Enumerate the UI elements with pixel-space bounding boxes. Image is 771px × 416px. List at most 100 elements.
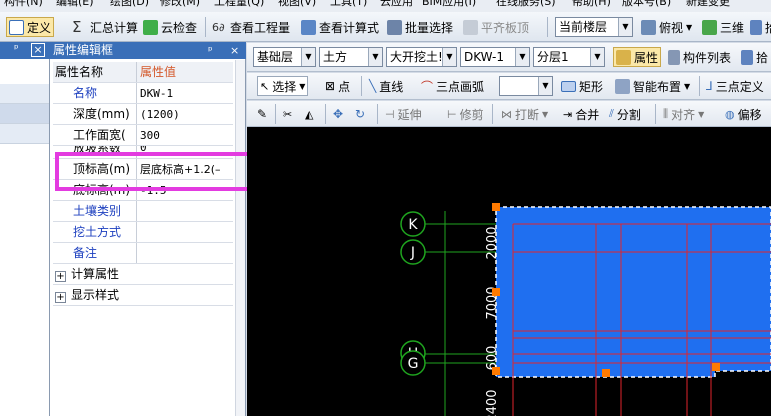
pin-icon[interactable]: ᵖ <box>14 42 19 55</box>
property-row-soil-type[interactable]: 土壤类别 <box>53 201 233 222</box>
merge-icon: ⇥ <box>563 107 573 121</box>
menu-item-modify[interactable]: 修改(M) <box>160 0 200 9</box>
menu-item-new-change[interactable]: 新建变更 <box>686 0 730 9</box>
axis-bubble-g[interactable]: G <box>400 350 426 376</box>
brush-icon: ✎ <box>257 107 268 121</box>
current-floor-dropdown[interactable]: 当前楼层 ▼ <box>555 17 633 37</box>
view-quantity-button[interactable]: 6∂ 查看工程量 <box>210 17 292 37</box>
menu-item-component[interactable]: 构件(N) <box>4 0 43 9</box>
align-button[interactable]: ⫼ 对齐 ▼ <box>661 104 706 124</box>
merge-button[interactable]: ⇥ 合并 <box>561 104 601 124</box>
move-button[interactable]: ✥ <box>331 104 345 124</box>
floor-dropdown[interactable]: 基础层 ▼ <box>253 47 316 67</box>
expand-plus-icon[interactable]: + <box>55 271 66 282</box>
drawing-canvas[interactable]: K J H G 2000 7000 600 2400 <box>247 127 771 416</box>
extend-button[interactable]: ⊣ 延伸 <box>383 104 424 124</box>
axis-bubble-k[interactable]: K <box>400 211 426 237</box>
menu-item-cloud[interactable]: 云应用 <box>380 0 413 9</box>
select-button[interactable]: ↖ 选择 ▼ <box>257 76 309 96</box>
property-value-field[interactable] <box>137 201 233 221</box>
rotate-button[interactable]: ↻ <box>353 104 367 124</box>
scissors-icon: ✂ <box>283 107 293 121</box>
cloud-check-button[interactable]: 云检查 <box>141 17 199 37</box>
break-icon: ⋈ <box>501 107 512 121</box>
menu-item-help[interactable]: 帮助(H) <box>572 0 611 9</box>
component-list-button[interactable]: 构件列表 <box>666 47 733 67</box>
three-d-button[interactable]: 三维 <box>700 17 746 37</box>
pin-icon[interactable]: ᵖ <box>208 42 213 59</box>
property-scrollbar[interactable] <box>235 60 245 416</box>
break-button[interactable]: ⋈ 打断 ▼ <box>499 104 550 124</box>
define-icon <box>9 19 24 35</box>
left-panel-row[interactable] <box>0 84 49 104</box>
close-icon[interactable]: × <box>230 42 239 59</box>
property-value-field[interactable]: 300 <box>137 125 233 145</box>
batch-select-button[interactable]: 批量选择 <box>385 17 455 37</box>
menu-item-bim[interactable]: BIM应用(I) <box>422 0 476 9</box>
mirror-button[interactable]: ◭ <box>303 104 315 124</box>
property-row-dig-method[interactable]: 挖土方式 <box>53 222 233 243</box>
property-value-field[interactable] <box>137 243 233 263</box>
menu-item-version[interactable]: 版本号(B) <box>622 0 671 9</box>
property-icon <box>616 49 631 65</box>
subtype-dropdown[interactable]: 大开挖土! ▼ <box>386 47 457 67</box>
grip-handle[interactable] <box>492 288 500 296</box>
flush-slab-button[interactable]: 平齐板顶 <box>461 17 531 37</box>
define-button[interactable]: 定义 <box>6 17 55 37</box>
type-dropdown[interactable]: 土方 ▼ <box>319 47 383 67</box>
layer-dropdown[interactable]: 分层1 ▼ <box>533 47 605 67</box>
property-group-display[interactable]: + 显示样式 <box>53 285 233 306</box>
three-point-arc-button[interactable]: ⌒ 三点画弧 <box>419 76 486 96</box>
property-value-field[interactable]: DKW-1 <box>137 83 233 103</box>
formula-icon <box>301 19 316 35</box>
edit-toolbar: ✎ ✂ ◭ ✥ ↻ ⊣ 延伸 ⊢ 修剪 ⋈ 打断 ▼ ⇥ 合并 ⫽ 分割 ⫼ 对… <box>247 101 771 127</box>
close-icon[interactable]: × <box>31 43 45 57</box>
split-button[interactable]: ⫽ 分割 <box>607 104 643 124</box>
trim-button[interactable]: ⊢ 修剪 <box>445 104 486 124</box>
axis-bubble-j[interactable]: J <box>400 239 426 265</box>
menu-item-view[interactable]: 视图(V) <box>278 0 316 9</box>
smart-layout-button[interactable]: 智能布置 ▼ <box>613 76 692 96</box>
top-view-button[interactable]: 俯视 ▼ <box>639 17 694 37</box>
split-icon: ⫽ <box>609 107 614 120</box>
component-dropdown[interactable]: DKW-1 ▼ <box>460 47 530 67</box>
rectangle-icon <box>561 80 576 92</box>
extra-tool-button[interactable]: 抬 <box>748 17 771 37</box>
property-value-field[interactable] <box>137 222 233 242</box>
canvas-drawing: K J H G 2000 7000 600 2400 <box>400 203 771 416</box>
three-point-define-button[interactable]: ⅃ 三点定义 <box>704 76 766 96</box>
layer-selector-bar: 基础层 ▼ 土方 ▼ 大开挖土! ▼ DKW-1 ▼ 分层1 ▼ 属性 构件列表 拾 <box>247 43 771 72</box>
summary-calc-button[interactable]: Σ 汇总计算 <box>70 17 140 37</box>
menu-item-online[interactable]: 在线服务(S) <box>496 0 556 9</box>
property-value-field[interactable]: (1200) <box>137 104 233 124</box>
left-panel-row[interactable] <box>0 104 49 124</box>
arc-mode-dropdown[interactable]: ▼ <box>499 76 553 96</box>
menu-item-draw[interactable]: 绘图(D) <box>110 0 149 9</box>
offset-button[interactable]: ◍ 偏移 <box>723 104 764 124</box>
expand-plus-icon[interactable]: + <box>55 292 66 303</box>
toolbar-separator <box>205 17 206 37</box>
property-panel-title: 属性编辑框 ᵖ × <box>50 42 246 59</box>
grip-handle[interactable] <box>712 363 720 371</box>
property-row-remark[interactable]: 备注 <box>53 243 233 264</box>
property-button[interactable]: 属性 <box>613 47 662 67</box>
grip-handle[interactable] <box>602 369 610 377</box>
property-row-work-width[interactable]: 工作面宽( 300 <box>53 125 233 146</box>
view-formula-button[interactable]: 查看计算式 <box>299 17 381 37</box>
menu-item-edit[interactable]: 编辑(E) <box>56 0 94 9</box>
rectangle-button[interactable]: 矩形 <box>559 76 605 96</box>
grip-handle[interactable] <box>492 367 500 375</box>
excavation-area[interactable] <box>496 207 771 377</box>
copy-button[interactable]: ✂ <box>281 104 294 124</box>
grip-handle[interactable] <box>492 203 500 211</box>
menu-item-quantity[interactable]: 工程量(Q) <box>214 0 264 9</box>
property-group-calc[interactable]: + 计算属性 <box>53 264 233 285</box>
left-panel-row[interactable] <box>0 124 49 144</box>
line-button[interactable]: ╲ 直线 <box>367 76 405 96</box>
point-button[interactable]: ⊠ 点 <box>323 76 352 96</box>
brush-button[interactable]: ✎ <box>255 104 269 124</box>
property-row-depth[interactable]: 深度(mm) (1200) <box>53 104 233 125</box>
menu-item-tools[interactable]: 工具(T) <box>330 0 367 9</box>
pick-button[interactable]: 拾 <box>739 47 770 67</box>
property-row-name[interactable]: 名称 DKW-1 <box>53 83 233 104</box>
